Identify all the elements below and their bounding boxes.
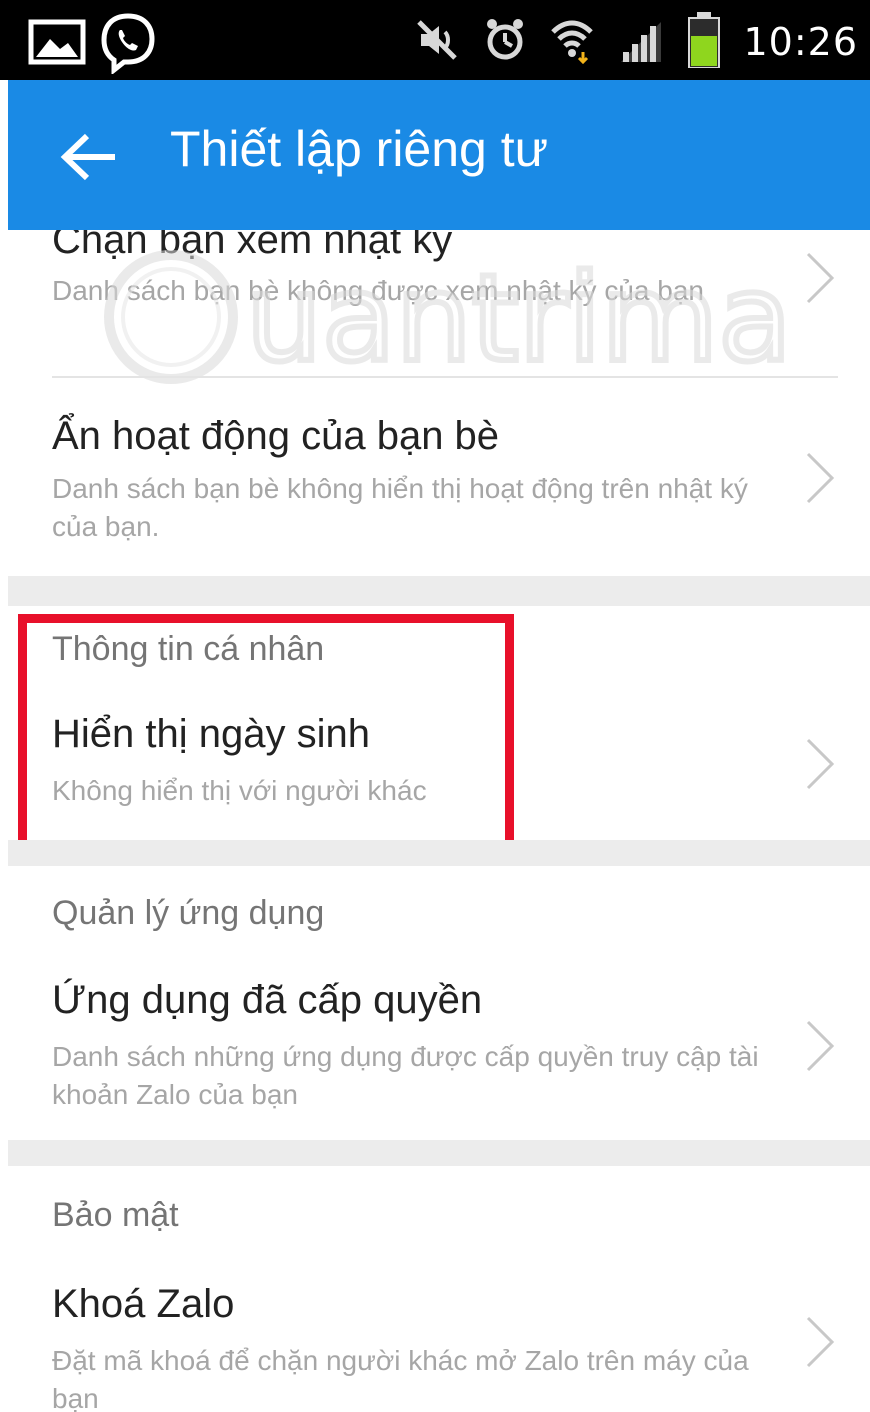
battery-icon <box>687 11 721 73</box>
chevron-right-icon <box>806 738 835 790</box>
section-header-personal-info: Thông tin cá nhân <box>52 630 325 668</box>
status-time: 10:26 <box>743 20 858 64</box>
row-title: Khoá Zalo <box>52 1282 235 1326</box>
alarm-icon <box>483 16 527 69</box>
signal-icon <box>617 16 665 69</box>
section-separator <box>8 840 870 866</box>
list-item-hide-activity[interactable]: Ẩn hoạt động của bạn bè Danh sách bạn bè… <box>0 378 870 574</box>
mute-icon <box>413 16 461 69</box>
app-bar: Thiết lập riêng tư <box>8 80 870 230</box>
viber-icon <box>96 10 160 79</box>
chevron-right-icon <box>806 1020 835 1072</box>
row-subtitle: Danh sách bạn bè không hiển thị hoạt độn… <box>52 473 748 542</box>
arrow-left-icon <box>60 133 115 181</box>
list-item-lock-zalo[interactable]: Khoá Zalo Đặt mã khoá để chặn người khác… <box>0 1260 870 1412</box>
row-title: Ứng dụng đã cấp quyền <box>52 978 483 1022</box>
row-subtitle: Không hiển thị với người khác <box>52 775 427 806</box>
row-subtitle: Danh sách những ứng dụng được cấp quyền … <box>52 1041 759 1110</box>
status-left-icons <box>28 10 160 79</box>
row-title: Hiển thị ngày sinh <box>52 712 370 756</box>
list-item-block-diary[interactable]: Chặn bạn xem nhật ký Danh sách bạn bè kh… <box>0 230 870 378</box>
row-subtitle: Đặt mã khoá để chặn người khác mở Zalo t… <box>52 1345 749 1412</box>
section-header-app-management: Quản lý ứng dụng <box>52 894 325 932</box>
section-separator <box>8 576 870 606</box>
chevron-right-icon <box>806 452 835 504</box>
row-title: Chặn bạn xem nhật ký <box>52 230 453 262</box>
status-bar: 10:26 <box>0 0 870 80</box>
page-title: Thiết lập riêng tư <box>170 121 549 177</box>
row-title: Ẩn hoạt động của bạn bè <box>52 414 500 458</box>
chevron-right-icon <box>806 1316 835 1368</box>
section-header-security: Bảo mật <box>52 1196 179 1234</box>
gallery-icon <box>28 19 86 70</box>
chevron-right-icon <box>806 252 835 304</box>
list-item-authorized-apps[interactable]: Ứng dụng đã cấp quyền Danh sách những ứn… <box>0 956 870 1136</box>
status-right-icons: 10:26 <box>413 11 858 73</box>
list-item-show-birthday[interactable]: Hiển thị ngày sinh Không hiển thị với ng… <box>0 692 870 836</box>
settings-list[interactable]: Chặn bạn xem nhật ký Danh sách bạn bè kh… <box>0 230 870 1412</box>
wifi-icon <box>549 16 595 69</box>
back-button[interactable] <box>54 122 124 192</box>
row-subtitle: Danh sách bạn bè không được xem nhật ký … <box>52 275 704 306</box>
section-separator <box>8 1140 870 1166</box>
